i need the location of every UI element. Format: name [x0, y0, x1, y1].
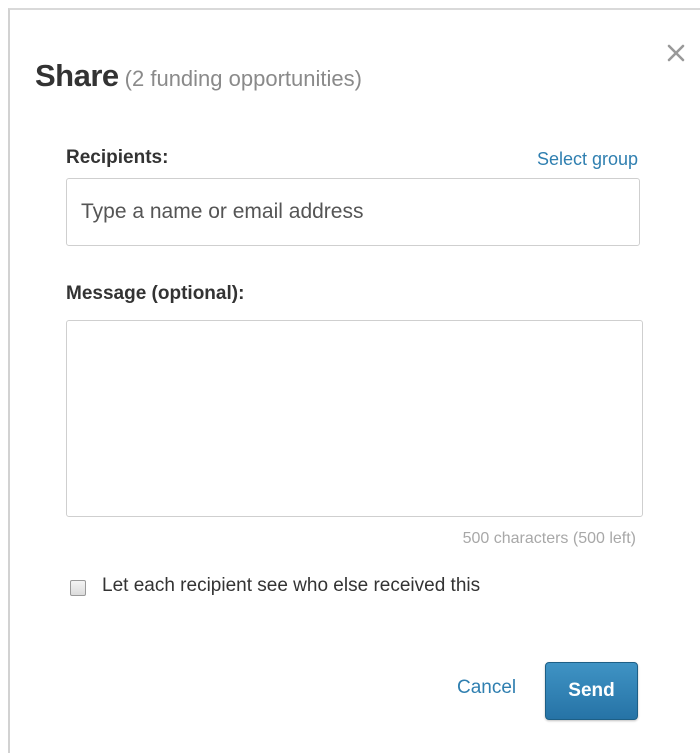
dialog-title-text: Share — [35, 58, 119, 93]
send-button[interactable]: Send — [545, 662, 638, 720]
character-counter: 500 characters (500 left) — [462, 530, 636, 547]
show-recipients-label[interactable]: Let each recipient see who else received… — [102, 575, 480, 597]
select-group-link[interactable]: Select group — [537, 149, 638, 170]
recipients-input[interactable] — [66, 178, 640, 246]
message-label: Message (optional): — [66, 283, 245, 304]
share-dialog: Share (2 funding opportunities) Recipient… — [8, 8, 700, 753]
close-icon[interactable] — [662, 39, 690, 67]
dialog-subtitle: (2 funding opportunities) — [124, 66, 362, 91]
message-textarea[interactable] — [66, 320, 643, 517]
recipients-label: Recipients: — [66, 147, 169, 168]
dialog-title: Share (2 funding opportunities) — [35, 58, 362, 94]
show-recipients-checkbox[interactable] — [70, 580, 86, 596]
cancel-button[interactable]: Cancel — [457, 677, 516, 699]
